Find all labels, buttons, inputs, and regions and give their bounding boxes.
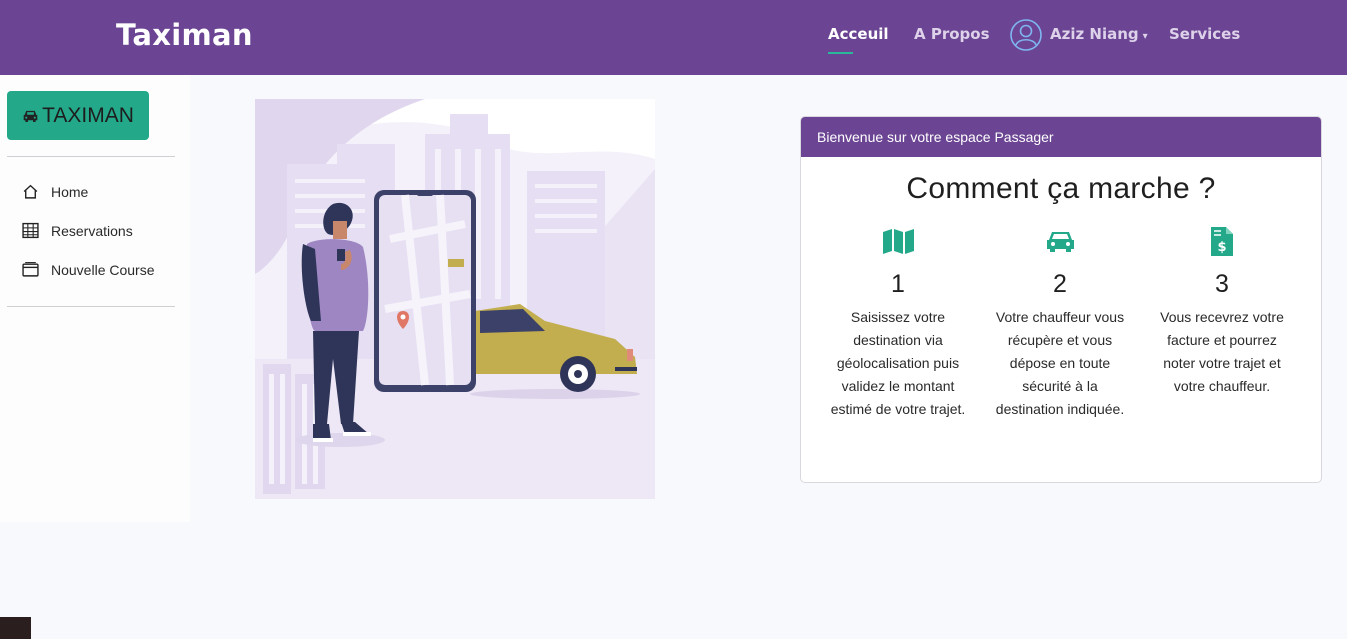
step-number: 3: [1215, 270, 1229, 298]
nav-services[interactable]: Services: [1169, 25, 1240, 43]
table-icon: [22, 222, 39, 239]
sidebar-item-label: Reservations: [51, 222, 133, 239]
sidebar-item-label: Home: [51, 183, 89, 200]
nav-acceuil[interactable]: Acceuil: [828, 25, 889, 43]
sidebar-item-label: Nouvelle Course: [51, 261, 155, 278]
sidebar-logo-text: TAXIMAN: [42, 103, 134, 127]
divider: [7, 156, 175, 157]
sidebar-item-nouvelle-course[interactable]: Nouvelle Course: [22, 261, 155, 278]
user-name: Aziz Niang: [1050, 25, 1139, 43]
home-icon: [23, 184, 38, 199]
sidebar-item-reservations[interactable]: Reservations: [22, 222, 133, 239]
svg-text:$: $: [1217, 240, 1226, 255]
divider: [7, 306, 175, 307]
passenger-welcome-card: Bienvenue sur votre espace Passager Comm…: [800, 116, 1322, 483]
sidebar-item-home[interactable]: Home: [22, 183, 88, 200]
user-menu-dropdown[interactable]: Aziz Niang ▾: [1050, 25, 1148, 43]
car-icon: [1046, 231, 1074, 252]
car-icon: [23, 110, 38, 122]
nav-a-propos[interactable]: A Propos: [914, 25, 990, 43]
sidebar: TAXIMAN Home Reservations Nouvelle Cours…: [0, 75, 190, 522]
step-description: Saisissez votre destination via géolocal…: [830, 309, 966, 417]
card-header: Bienvenue sur votre espace Passager: [801, 117, 1321, 157]
taskbar-thumbnail[interactable]: [0, 617, 31, 639]
step-3: $ 3 Vous recevrez votre facture et pourr…: [1152, 225, 1292, 398]
step-number: 2: [1053, 270, 1067, 298]
step-description: Vous recevrez votre facture et pourrez n…: [1160, 309, 1284, 394]
active-nav-indicator: [828, 52, 853, 54]
card-title: Comment ça marche ?: [906, 172, 1216, 205]
user-avatar-icon[interactable]: [1010, 19, 1042, 51]
step-number: 1: [891, 270, 905, 298]
map-icon: [882, 228, 914, 254]
step-2: 2 Votre chauffeur vous récupère et vous …: [990, 225, 1130, 421]
brand-logo[interactable]: Taximan: [116, 18, 253, 52]
step-description: Votre chauffeur vous récupère et vous dé…: [995, 309, 1125, 417]
taxi-app-illustration: [255, 99, 655, 499]
window-icon: [22, 262, 39, 277]
invoice-dollar-icon: $: [1211, 226, 1233, 256]
sidebar-logo-button[interactable]: TAXIMAN: [7, 91, 149, 140]
top-navbar: Taximan Acceuil A Propos Aziz Niang ▾ Ser…: [0, 0, 1347, 75]
caret-down-icon: ▾: [1142, 31, 1148, 42]
step-1: 1 Saisissez votre destination via géoloc…: [828, 225, 968, 421]
